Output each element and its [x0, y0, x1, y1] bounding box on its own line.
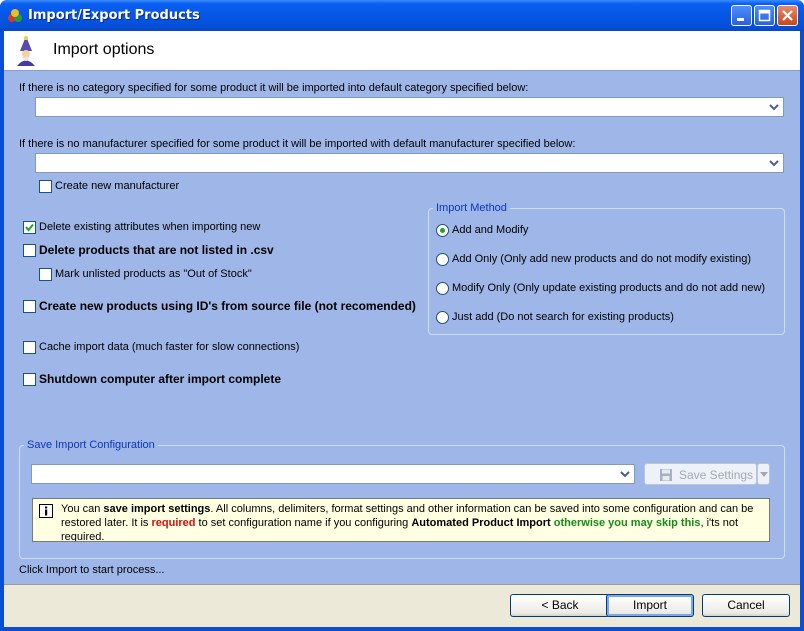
dropdown-arrow-icon — [760, 472, 768, 477]
mark-out-of-stock-label: Mark unlisted products as "Out of Stock" — [55, 268, 252, 280]
create-with-ids-label: Create new products using ID's from sour… — [39, 299, 416, 313]
radio-modify-only[interactable] — [436, 282, 449, 295]
import-method-title: Import Method — [433, 202, 510, 214]
minimize-icon — [737, 18, 744, 21]
radio-add-and-modify-label: Add and Modify — [452, 224, 529, 236]
close-icon — [782, 10, 793, 21]
window-title: Import/Export Products — [28, 8, 200, 23]
info-icon — [39, 504, 53, 518]
default-category-label: If there is no category specified for so… — [19, 82, 529, 94]
create-manufacturer-checkbox[interactable] — [39, 180, 52, 193]
floppy-disk-icon — [660, 469, 672, 481]
default-manufacturer-combo[interactable] — [35, 153, 784, 173]
radio-selected-dot — [440, 228, 445, 233]
mark-out-of-stock-checkbox[interactable] — [39, 268, 52, 281]
title-bar[interactable]: Import/Export Products — [0, 0, 804, 31]
delete-attributes-checkbox[interactable] — [23, 221, 36, 234]
info-text-skip: otherwise you may skip this — [553, 517, 701, 529]
checkmark-icon — [25, 223, 34, 232]
chevron-down-icon[interactable] — [766, 99, 782, 115]
dialog-client: Import options If there is no category s… — [4, 31, 800, 627]
wizard-icon — [17, 36, 35, 66]
delete-unlisted-label: Delete products that are not listed in .… — [39, 243, 274, 257]
create-with-ids-checkbox[interactable] — [23, 300, 36, 313]
shutdown-checkbox[interactable] — [23, 373, 36, 386]
info-text-part: to set configuration name if you configu… — [195, 517, 412, 529]
save-config-title: Save Import Configuration — [24, 439, 158, 451]
save-settings-label: Save Settings — [679, 468, 754, 482]
save-settings-dropdown[interactable] — [757, 463, 770, 485]
chevron-down-icon[interactable] — [617, 466, 633, 482]
info-text-bold: Automated Product Import — [411, 517, 551, 529]
config-name-combo[interactable] — [31, 464, 635, 484]
info-text-part: You can — [61, 503, 104, 515]
info-text-required: required — [151, 517, 196, 529]
import-export-window: Import/Export Products Import options If… — [0, 0, 804, 631]
radio-add-only[interactable] — [436, 253, 449, 266]
default-category-combo[interactable] — [35, 97, 784, 117]
radio-add-and-modify[interactable] — [436, 224, 449, 237]
default-manufacturer-label: If there is no manufacturer specified fo… — [19, 138, 576, 150]
status-text: Click Import to start process... — [19, 564, 165, 576]
save-settings-button[interactable]: Save Settings — [644, 463, 757, 485]
back-button[interactable]: < Back — [510, 594, 610, 617]
maximize-icon — [758, 9, 771, 22]
info-text: You can save import settings. All column… — [61, 502, 761, 541]
close-button[interactable] — [777, 5, 798, 26]
minimize-button[interactable] — [731, 5, 752, 26]
radio-add-only-label: Add Only (Only add new products and do n… — [452, 253, 751, 265]
delete-unlisted-checkbox[interactable] — [23, 244, 36, 257]
page-title: Import options — [53, 41, 155, 58]
cancel-button[interactable]: Cancel — [702, 594, 790, 617]
cache-data-label: Cache import data (much faster for slow … — [39, 341, 300, 353]
radio-modify-only-label: Modify Only (Only update existing produc… — [452, 282, 766, 294]
chevron-down-icon[interactable] — [766, 155, 782, 171]
maximize-button[interactable] — [754, 5, 775, 26]
shutdown-label: Shutdown computer after import complete — [39, 372, 282, 386]
app-icon — [8, 9, 22, 22]
button-bar: < Back Import Cancel — [4, 584, 800, 627]
info-text-bold: save import settings — [103, 503, 211, 515]
wizard-header: Import options — [4, 31, 800, 71]
delete-attributes-label: Delete existing attributes when importin… — [39, 221, 261, 233]
cache-data-checkbox[interactable] — [23, 341, 36, 354]
radio-just-add[interactable] — [436, 311, 449, 324]
create-manufacturer-label: Create new manufacturer — [55, 180, 180, 192]
radio-just-add-label: Just add (Do not search for existing pro… — [452, 311, 674, 323]
import-button[interactable]: Import — [606, 594, 694, 617]
save-settings-info: You can save import settings. All column… — [32, 498, 770, 542]
